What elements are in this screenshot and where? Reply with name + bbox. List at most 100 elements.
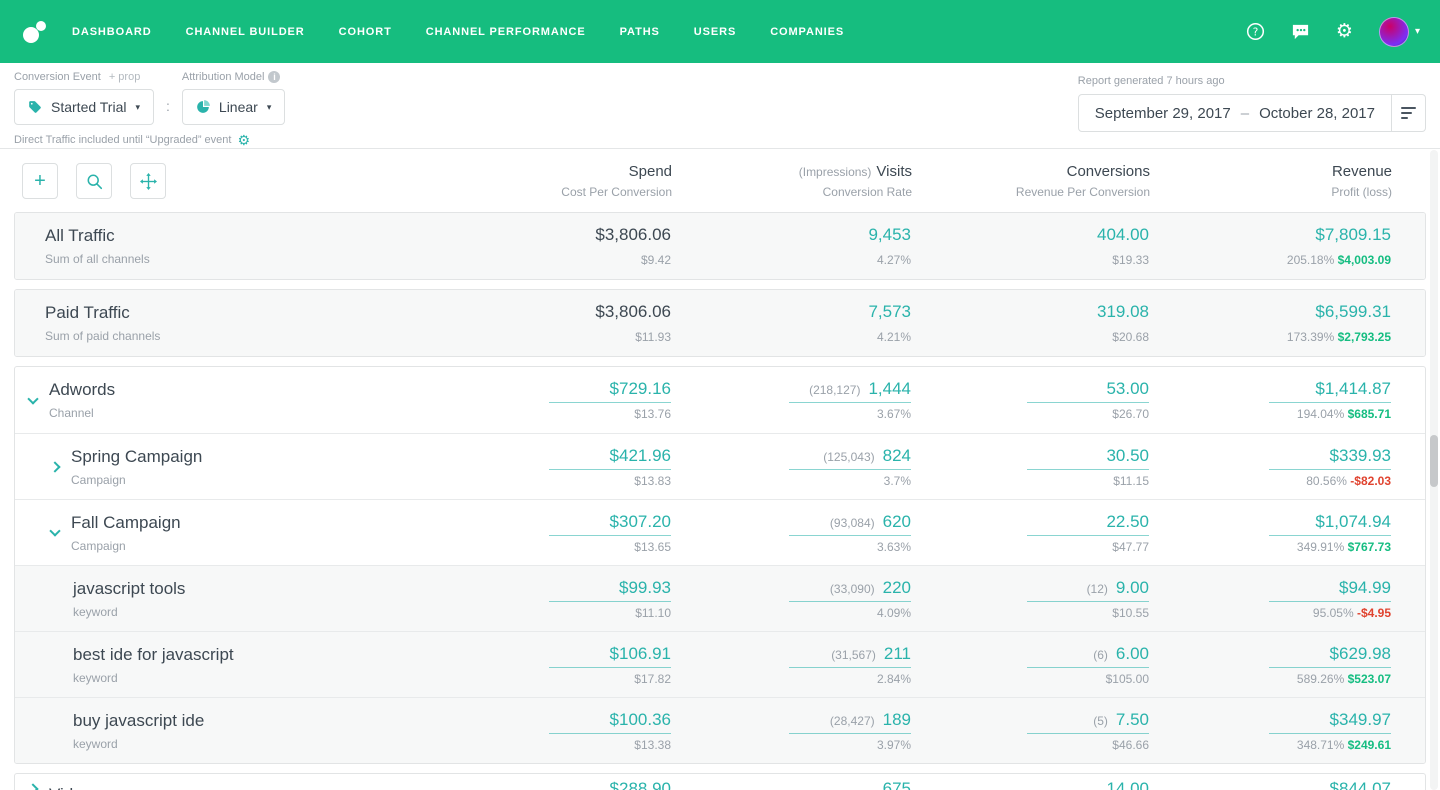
- column-header-revenue[interactable]: Revenue Profit (loss): [1150, 163, 1392, 199]
- revenue-value[interactable]: $6,599.31: [1315, 302, 1391, 322]
- visits-value[interactable]: 1,444: [868, 379, 911, 399]
- spend-value[interactable]: $421.96: [610, 446, 671, 466]
- table-row[interactable]: Spring Campaign Campaign $421.96 $13.83 …: [15, 433, 1425, 499]
- visits-cell: (28,427)189 3.97%: [671, 710, 911, 752]
- revenue-value[interactable]: $339.93: [1330, 446, 1391, 466]
- spend-value[interactable]: $99.93: [619, 578, 671, 598]
- spend-value[interactable]: $729.16: [610, 379, 671, 399]
- table-row[interactable]: Paid Traffic Sum of paid channels $3,806…: [15, 290, 1425, 356]
- row-subtitle: Campaign: [71, 473, 202, 487]
- profit-amount: $523.07: [1348, 672, 1391, 686]
- help-icon[interactable]: ?: [1246, 22, 1265, 41]
- scrollbar-track[interactable]: [1430, 150, 1438, 790]
- chat-icon[interactable]: [1291, 22, 1310, 41]
- table-row[interactable]: Fall Campaign Campaign $307.20 $13.65 (9…: [15, 499, 1425, 565]
- revenue-value[interactable]: $844.07: [1330, 779, 1391, 790]
- table-row[interactable]: Adwords Channel $729.16 $13.76 (218,127)…: [15, 367, 1425, 433]
- nav-item-channel-builder[interactable]: CHANNEL BUILDER: [186, 26, 305, 38]
- attribution-model-value: Linear: [219, 99, 258, 115]
- visits-value[interactable]: 620: [883, 512, 911, 532]
- conversions-value[interactable]: 14.00: [1106, 779, 1149, 790]
- note-settings-gear-icon[interactable]: ⚙: [237, 133, 250, 147]
- revenue-per-conversion-value: $26.70: [1112, 407, 1149, 421]
- conversion-rate-header: Conversion Rate: [823, 185, 912, 199]
- table-row[interactable]: best ide for javascript keyword $106.91 …: [15, 631, 1425, 697]
- nav-item-companies[interactable]: COMPANIES: [770, 26, 844, 38]
- nav-item-paths[interactable]: PATHS: [620, 26, 660, 38]
- conversions-value[interactable]: 404.00: [1097, 225, 1149, 245]
- revenue-value[interactable]: $349.97: [1330, 710, 1391, 730]
- add-prop-link[interactable]: + prop: [109, 71, 141, 83]
- revenue-value[interactable]: $1,414.87: [1315, 379, 1391, 399]
- table-row[interactable]: buy javascript ide keyword $100.36 $13.3…: [15, 697, 1425, 763]
- revenue-value[interactable]: $94.99: [1339, 578, 1391, 598]
- conversions-cell: 22.50 $47.77: [911, 512, 1149, 554]
- chevron-right-icon[interactable]: [27, 783, 38, 790]
- row-title[interactable]: Spring Campaign: [71, 447, 202, 467]
- visits-value[interactable]: 189: [883, 710, 911, 730]
- visits-value[interactable]: 9,453: [868, 225, 911, 245]
- column-header-spend[interactable]: Spend Cost Per Conversion: [442, 163, 672, 199]
- conversions-value[interactable]: 22.50: [1106, 512, 1149, 532]
- table-row[interactable]: javascript tools keyword $99.93 $11.10 (…: [15, 565, 1425, 631]
- nav-item-dashboard[interactable]: DASHBOARD: [72, 26, 152, 38]
- nav-item-channel-performance[interactable]: CHANNEL PERFORMANCE: [426, 26, 586, 38]
- date-range-picker[interactable]: September 29, 2017 – October 28, 2017: [1078, 94, 1392, 132]
- row-title[interactable]: Fall Campaign: [71, 513, 181, 533]
- sort-lines-icon: [1401, 106, 1417, 120]
- spend-value[interactable]: $307.20: [610, 512, 671, 532]
- visits-value[interactable]: 675: [883, 779, 911, 790]
- visits-value[interactable]: 220: [883, 578, 911, 598]
- row-title[interactable]: Paid Traffic: [45, 303, 160, 323]
- row-group-card: Paid Traffic Sum of paid channels $3,806…: [14, 289, 1426, 357]
- row-title[interactable]: buy javascript ide: [73, 711, 204, 731]
- column-header-visits[interactable]: (Impressions)Visits Conversion Rate: [672, 163, 912, 199]
- row-title[interactable]: best ide for javascript: [73, 645, 234, 665]
- nav-item-cohort[interactable]: COHORT: [339, 26, 392, 38]
- nav-item-users[interactable]: USERS: [694, 26, 736, 38]
- conversions-value[interactable]: 7.50: [1116, 710, 1149, 730]
- scrollbar-thumb[interactable]: [1430, 435, 1438, 487]
- direct-traffic-note: Direct Traffic included until “Upgraded”…: [14, 133, 285, 147]
- conversions-value[interactable]: 6.00: [1116, 644, 1149, 664]
- column-header-conversions[interactable]: Conversions Revenue Per Conversion: [912, 163, 1150, 199]
- info-icon[interactable]: i: [268, 71, 280, 83]
- profit-amount: $249.61: [1348, 738, 1391, 752]
- conversion-event-dropdown[interactable]: Started Trial ▾: [14, 89, 154, 125]
- spend-value[interactable]: $288.90: [610, 779, 671, 790]
- add-channel-button[interactable]: +: [22, 163, 58, 199]
- chevron-down-icon[interactable]: [27, 393, 38, 404]
- spend-cell: $106.91 $17.82: [441, 644, 671, 686]
- impressions-value: (33,090): [830, 582, 875, 596]
- reorder-button[interactable]: [130, 163, 166, 199]
- conversions-value[interactable]: 9.00: [1116, 578, 1149, 598]
- revenue-value[interactable]: $7,809.15: [1315, 225, 1391, 245]
- user-menu[interactable]: ▾: [1379, 17, 1420, 47]
- row-title[interactable]: Video: [49, 785, 94, 790]
- chevron-down-icon[interactable]: [49, 525, 60, 536]
- report-options-button[interactable]: [1392, 94, 1426, 132]
- conversions-value[interactable]: 53.00: [1106, 379, 1149, 399]
- revenue-value[interactable]: $1,074.94: [1315, 512, 1391, 532]
- visits-header: Visits: [876, 163, 912, 180]
- conversions-value[interactable]: 30.50: [1106, 446, 1149, 466]
- row-title[interactable]: javascript tools: [73, 579, 185, 599]
- spend-value[interactable]: $100.36: [610, 710, 671, 730]
- visits-value[interactable]: 7,573: [868, 302, 911, 322]
- table-row[interactable]: All Traffic Sum of all channels $3,806.0…: [15, 213, 1425, 279]
- settings-gear-icon[interactable]: ⚙: [1336, 22, 1353, 41]
- visits-value[interactable]: 211: [884, 644, 911, 664]
- table-row[interactable]: Video Channel $288.90 675 14.00 $844.07: [15, 774, 1425, 790]
- app-logo-icon[interactable]: [20, 17, 50, 47]
- attribution-model-dropdown[interactable]: Linear ▾: [182, 89, 285, 125]
- search-button[interactable]: [76, 163, 112, 199]
- visits-value[interactable]: 824: [883, 446, 911, 466]
- spend-value[interactable]: $106.91: [610, 644, 671, 664]
- user-avatar[interactable]: [1379, 17, 1409, 47]
- row-title[interactable]: All Traffic: [45, 226, 150, 246]
- revenue-value[interactable]: $629.98: [1330, 644, 1391, 664]
- chevron-right-icon[interactable]: [49, 461, 60, 472]
- row-title[interactable]: Adwords: [49, 380, 115, 400]
- conversions-value[interactable]: 319.08: [1097, 302, 1149, 322]
- profit-percent: 194.04%: [1297, 407, 1344, 421]
